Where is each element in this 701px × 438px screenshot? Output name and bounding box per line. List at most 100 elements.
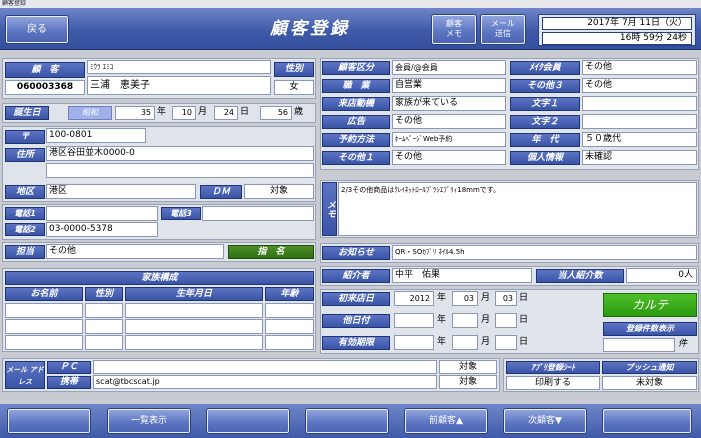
customer-kana-field[interactable]: ﾐｳﾗ ｴﾐｺ bbox=[87, 60, 271, 74]
valid-until-day[interactable] bbox=[495, 335, 517, 350]
pc-mail-status[interactable]: 対象 bbox=[439, 360, 497, 374]
ad-label: 広告 bbox=[322, 115, 390, 129]
staff-field[interactable]: その他 bbox=[46, 244, 224, 259]
footer-button-1[interactable] bbox=[8, 409, 90, 433]
family-cell[interactable] bbox=[5, 303, 83, 318]
birth-month-field[interactable]: 10 bbox=[172, 106, 196, 120]
family-cell[interactable] bbox=[125, 319, 263, 334]
family-cell[interactable] bbox=[85, 319, 123, 334]
referral-count-field[interactable]: 0人 bbox=[626, 268, 697, 283]
make-member-label: ﾒｲｸ会員 bbox=[510, 61, 580, 75]
next-customer-button[interactable]: 次顧客▼ bbox=[504, 409, 586, 433]
back-button[interactable]: 戻る bbox=[6, 16, 68, 43]
other3-field[interactable]: その他 bbox=[582, 78, 697, 93]
address-line1-field[interactable]: 港区谷田並木0000-0 bbox=[46, 146, 314, 161]
datetime-panel: 2017年 7月 11日（火） 16時 59分 24秒 bbox=[538, 14, 696, 46]
ad-field[interactable]: その他 bbox=[392, 114, 506, 129]
header-bar: 戻る 顧客登録 顧客 メモ メール 送信 2017年 7月 11日（火） 16時… bbox=[0, 8, 701, 50]
birthday-label: 誕生日 bbox=[5, 106, 49, 120]
first-visit-year[interactable]: 2012 bbox=[394, 291, 434, 306]
mail-address-label: メール アドレス bbox=[5, 361, 45, 389]
other-date-day[interactable] bbox=[495, 313, 517, 328]
referrer-field[interactable]: 中平 佑果 bbox=[392, 268, 532, 283]
family-cell[interactable] bbox=[265, 303, 314, 318]
assign-button[interactable]: 指 名 bbox=[228, 245, 314, 259]
family-header-sex: 性別 bbox=[85, 287, 123, 301]
age-unit: 歳 bbox=[294, 107, 304, 117]
family-header-name: お名前 bbox=[5, 287, 83, 301]
referrer-label: 紹介者 bbox=[322, 269, 390, 283]
kubun-field[interactable]: 会員/@会員 bbox=[392, 60, 506, 75]
family-cell[interactable] bbox=[265, 319, 314, 334]
customer-name-field[interactable]: 三浦 恵美子 bbox=[87, 76, 271, 95]
first-visit-day[interactable]: 03 bbox=[495, 291, 517, 306]
family-cell[interactable] bbox=[85, 335, 123, 350]
valid-until-year[interactable] bbox=[394, 335, 434, 350]
family-cell[interactable] bbox=[125, 335, 263, 350]
family-cell[interactable] bbox=[265, 335, 314, 350]
motive-field[interactable]: 家族が来ている bbox=[392, 96, 506, 111]
push-status-field[interactable]: 未対象 bbox=[602, 376, 697, 390]
job-field[interactable]: 自営業 bbox=[392, 78, 506, 93]
footer-button-4[interactable] bbox=[306, 409, 388, 433]
print-field[interactable]: 印刷する bbox=[506, 376, 600, 390]
page-title: 顧客登録 bbox=[270, 19, 350, 39]
time-display: 16時 59分 24秒 bbox=[542, 32, 692, 45]
family-cell[interactable] bbox=[5, 319, 83, 334]
other-date-label: 他日付 bbox=[322, 314, 390, 328]
mobile-mail-field[interactable]: scat@tbcscat.jp bbox=[93, 375, 437, 389]
other-date-month[interactable] bbox=[452, 313, 478, 328]
family-cell[interactable] bbox=[85, 303, 123, 318]
address-line2-field[interactable] bbox=[46, 163, 314, 178]
registration-count-unit: 件 bbox=[678, 339, 688, 349]
mail-send-button[interactable]: メール 送信 bbox=[481, 15, 525, 44]
kubun-label: 顧客区分 bbox=[322, 61, 390, 75]
customer-memo-button[interactable]: 顧客 メモ bbox=[432, 15, 476, 44]
list-view-button[interactable]: 一覧表示 bbox=[108, 409, 190, 433]
char1-field[interactable] bbox=[582, 96, 697, 111]
pc-mail-field[interactable] bbox=[93, 360, 437, 374]
family-cell[interactable] bbox=[5, 335, 83, 350]
mobile-mail-status[interactable]: 対象 bbox=[439, 375, 497, 389]
prev-customer-button[interactable]: 前顧客▲ bbox=[405, 409, 487, 433]
memo-textarea[interactable]: 2/3その他商品はｸﾚｲﾈｯﾄﾛｰﾙﾌﾞﾗｼｴﾌﾞﾘｨ18mmです。 bbox=[338, 182, 697, 236]
other-date-year-unit: 年 bbox=[437, 315, 447, 325]
sex-field[interactable]: 女 bbox=[274, 80, 314, 95]
other1-field[interactable]: その他 bbox=[392, 150, 506, 165]
first-visit-label: 初来店日 bbox=[322, 292, 390, 306]
registration-count-field[interactable] bbox=[603, 338, 675, 352]
birth-day-unit: 日 bbox=[240, 107, 250, 117]
birth-month-unit: 月 bbox=[198, 107, 208, 117]
age-field[interactable]: 56 bbox=[260, 106, 292, 120]
customer-label: 顧 客 bbox=[5, 62, 85, 78]
footer-button-3[interactable] bbox=[207, 409, 289, 433]
era-button[interactable]: 昭和 bbox=[68, 106, 112, 120]
notice-field[interactable]: QR・SOｶﾌﾞﾘ ﾈｲﾙ4.5h bbox=[392, 245, 697, 260]
family-title: 家族構成 bbox=[5, 271, 314, 285]
family-cell[interactable] bbox=[125, 303, 263, 318]
customer-id-field[interactable]: 060003368 bbox=[5, 80, 85, 95]
first-visit-month[interactable]: 03 bbox=[452, 291, 478, 306]
dm-field[interactable]: 対象 bbox=[244, 184, 314, 199]
age-group-field[interactable]: ５０歳代 bbox=[582, 132, 697, 147]
other-date-day-unit: 日 bbox=[519, 315, 529, 325]
tel1-field[interactable] bbox=[46, 206, 158, 221]
birth-year-field[interactable]: 35 bbox=[115, 106, 155, 120]
other-date-year[interactable] bbox=[394, 313, 434, 328]
birth-day-field[interactable]: 24 bbox=[214, 106, 238, 120]
karte-button[interactable]: カルテ bbox=[603, 293, 697, 317]
tel3-field[interactable] bbox=[202, 206, 314, 221]
area-field[interactable]: 港区 bbox=[46, 184, 196, 199]
footer-bar: 一覧表示 前顧客▲ 次顧客▼ bbox=[0, 404, 701, 438]
reserve-field[interactable]: ﾎｰﾑﾍﾟｰｼﾞWeb予約 bbox=[392, 132, 506, 147]
age-group-label: 年 代 bbox=[510, 133, 580, 147]
zip-field[interactable]: 100-0801 bbox=[46, 128, 146, 143]
make-member-field[interactable]: その他 bbox=[582, 60, 697, 75]
privacy-field[interactable]: 未確認 bbox=[582, 150, 697, 165]
tel2-field[interactable]: 03-0000-5378 bbox=[46, 222, 158, 237]
other3-label: その他３ bbox=[510, 79, 580, 93]
footer-button-7[interactable] bbox=[603, 409, 691, 433]
valid-until-month[interactable] bbox=[452, 335, 478, 350]
valid-until-year-unit: 年 bbox=[437, 337, 447, 347]
char2-field[interactable] bbox=[582, 114, 697, 129]
